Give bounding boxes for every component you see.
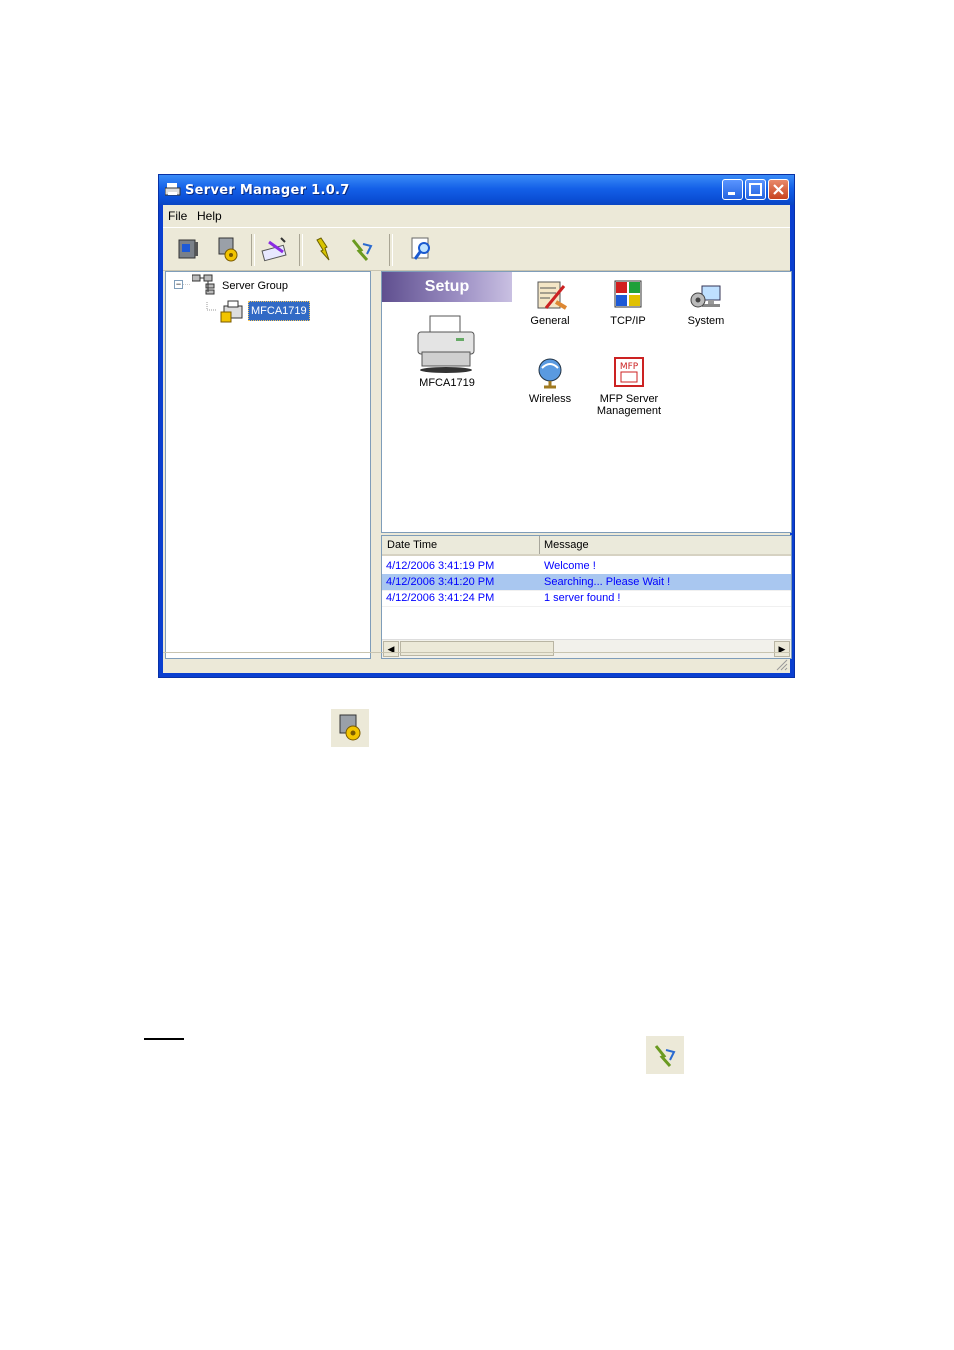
client-area: File Help − Server Group MFCA1719 Setup … bbox=[163, 205, 792, 673]
reset-button[interactable] bbox=[347, 234, 377, 264]
search-icon bbox=[411, 237, 430, 260]
configure-icon bbox=[261, 237, 287, 262]
configure-button[interactable] bbox=[259, 234, 289, 264]
log-row[interactable]: 4/12/2006 3:41:19 PM Welcome ! bbox=[382, 558, 791, 575]
setup-item-system[interactable]: System bbox=[678, 278, 734, 327]
device-label: MFCA1719 bbox=[419, 377, 475, 389]
general-icon bbox=[537, 281, 568, 310]
tree-item-mfca1719[interactable]: MFCA1719 bbox=[248, 301, 310, 321]
log-datetime: 4/12/2006 3:41:24 PM bbox=[386, 592, 495, 604]
setup-item-label: Wireless bbox=[528, 393, 572, 405]
setup-icon bbox=[218, 237, 238, 262]
log-message: 1 server found ! bbox=[544, 592, 621, 604]
setup-item-label: Management bbox=[596, 405, 662, 417]
title-bar[interactable]: Server Manager 1.0.7 bbox=[159, 175, 794, 205]
window-title: Server Manager 1.0.7 bbox=[185, 183, 350, 198]
tcpip-icon bbox=[614, 280, 642, 308]
menu-file[interactable]: File bbox=[168, 209, 187, 223]
server-tree: − Server Group MFCA1719 bbox=[165, 271, 371, 659]
setup-item-label: MFP Server bbox=[599, 393, 659, 405]
close-button[interactable] bbox=[768, 179, 789, 200]
setup-item-mfp-server-management[interactable]: MFP MFP Server Management bbox=[594, 356, 664, 417]
printer-icon bbox=[417, 315, 475, 373]
log-message: Searching... Please Wait ! bbox=[544, 576, 671, 588]
server-manager-window: Server Manager 1.0.7 File Help − Server … bbox=[158, 174, 795, 678]
setup-banner: Setup bbox=[382, 272, 512, 302]
menu-bar: File Help bbox=[163, 205, 790, 225]
connect-button[interactable] bbox=[173, 234, 203, 264]
close-icon bbox=[773, 184, 784, 195]
device-printer[interactable]: MFCA1719 bbox=[402, 314, 492, 389]
setup-button[interactable] bbox=[213, 234, 243, 264]
system-icon bbox=[690, 285, 721, 308]
toolbar-separator bbox=[299, 234, 303, 266]
log-row[interactable]: 4/12/2006 3:41:24 PM 1 server found ! bbox=[382, 590, 791, 607]
log-datetime: 4/12/2006 3:41:20 PM bbox=[386, 576, 495, 588]
setup-item-tcpip[interactable]: TCP/IP bbox=[600, 278, 656, 327]
reset-icon bbox=[351, 239, 373, 261]
server-group-icon bbox=[191, 274, 218, 299]
tree-item-server-group[interactable]: Server Group bbox=[222, 280, 288, 292]
app-icon bbox=[164, 183, 181, 200]
setup-item-label: System bbox=[687, 315, 725, 327]
reset-icon bbox=[654, 1045, 676, 1067]
column-header-datetime[interactable]: Date Time bbox=[387, 539, 437, 551]
menu-help[interactable]: Help bbox=[197, 209, 222, 223]
minimize-button[interactable] bbox=[722, 179, 743, 200]
tree-expander[interactable]: − bbox=[174, 280, 183, 289]
wireless-icon bbox=[538, 358, 562, 389]
setup-panel: Setup MFCA1719 General TCP/IP System Wir… bbox=[381, 271, 792, 533]
log-datetime: 4/12/2006 3:41:19 PM bbox=[386, 560, 495, 572]
flash-button[interactable] bbox=[309, 234, 339, 264]
setup-icon bbox=[339, 714, 361, 741]
setup-item-label: TCP/IP bbox=[610, 315, 646, 327]
setup-item-wireless[interactable]: Wireless bbox=[522, 356, 578, 405]
log-message: Welcome ! bbox=[544, 560, 596, 572]
underline-mark bbox=[144, 1038, 184, 1040]
printer-lock-icon bbox=[220, 300, 246, 327]
log-header: Date Time Message bbox=[382, 536, 791, 556]
toolbar-separator bbox=[251, 234, 255, 266]
search-button[interactable] bbox=[407, 234, 437, 264]
setup-item-general[interactable]: General bbox=[522, 278, 578, 327]
mfp-icon: MFP bbox=[614, 357, 644, 387]
column-divider[interactable] bbox=[539, 536, 540, 554]
column-header-message[interactable]: Message bbox=[544, 539, 589, 551]
flash-icon bbox=[316, 237, 330, 261]
toolbar bbox=[163, 227, 790, 271]
log-row[interactable]: 4/12/2006 3:41:20 PM Searching... Please… bbox=[382, 574, 791, 591]
maximize-button[interactable] bbox=[745, 179, 766, 200]
connect-icon bbox=[178, 239, 198, 259]
toolbar-separator bbox=[389, 234, 393, 266]
resize-grip-icon bbox=[776, 659, 788, 671]
svg-text:MFP: MFP bbox=[620, 362, 639, 372]
message-log: Date Time Message 4/12/2006 3:41:19 PM W… bbox=[381, 535, 792, 659]
status-bar bbox=[163, 652, 790, 673]
setup-icon-inline bbox=[331, 709, 369, 747]
reset-icon-inline bbox=[646, 1036, 684, 1074]
setup-item-label: General bbox=[530, 315, 570, 327]
